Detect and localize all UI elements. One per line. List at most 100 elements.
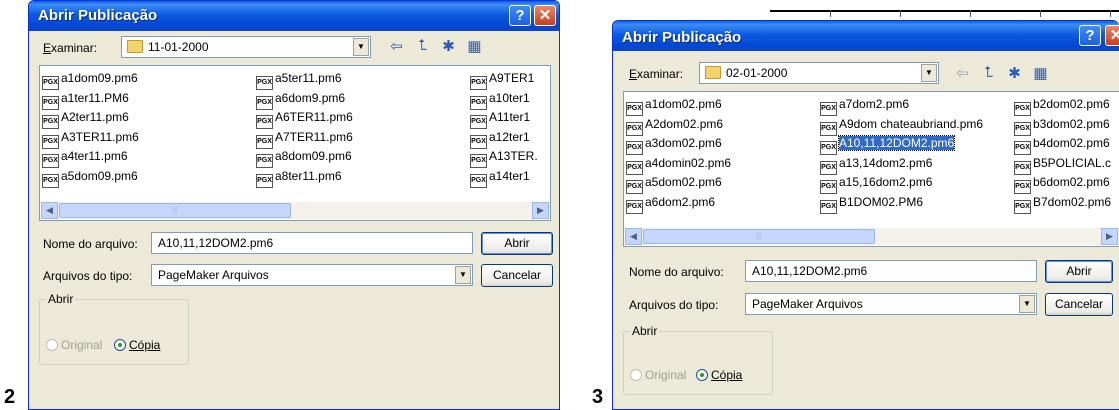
- pagemaker-file-icon: PGX: [1014, 121, 1031, 136]
- file-item[interactable]: PGX A10,11,12DOM2.pm6: [820, 134, 956, 155]
- cancel-button[interactable]: Cancelar: [1045, 293, 1113, 316]
- chevron-down-icon[interactable]: ▼: [921, 64, 937, 82]
- scroll-right-icon[interactable]: ▶: [1101, 228, 1118, 245]
- file-item[interactable]: PGX a5ter11.pm6: [256, 69, 342, 90]
- file-item[interactable]: PGX b2dom02.pm6: [1014, 95, 1110, 116]
- file-item[interactable]: PGX b6dom02.pm6: [1014, 173, 1110, 194]
- filename-input[interactable]: [745, 260, 1037, 282]
- help-icon[interactable]: ?: [509, 5, 531, 26]
- file-item[interactable]: PGX a1ter11.PM6: [42, 89, 129, 110]
- figure-label: 2: [4, 386, 16, 408]
- filename-input[interactable]: [151, 232, 473, 254]
- file-item[interactable]: PGX A11ter1: [470, 108, 530, 129]
- scroll-thumb[interactable]: |||: [643, 229, 875, 244]
- file-item[interactable]: PGX a7dom2.pm6: [820, 95, 909, 116]
- file-list[interactable]: PGX a14ter1 PGX A13TER. PGX a12ter1 PGX A11ter1…: [39, 65, 551, 221]
- file-item[interactable]: PGX A2dom02.pm6: [626, 115, 723, 136]
- pagemaker-file-icon: PGX: [820, 121, 837, 136]
- filename-field[interactable]: [152, 233, 472, 253]
- file-name: a5ter11.pm6: [275, 71, 342, 85]
- filetype-combo[interactable]: PageMaker Arquivos ▼: [151, 264, 473, 286]
- file-item[interactable]: PGX b3dom02.pm6: [1014, 115, 1110, 136]
- file-name: a1dom09.pm6: [61, 71, 138, 85]
- close-icon[interactable]: ✕: [534, 5, 556, 26]
- scroll-left-icon[interactable]: ◀: [41, 202, 58, 219]
- new-folder-icon[interactable]: ✱: [439, 37, 458, 55]
- group-label: Abrir: [630, 324, 660, 338]
- view-menu-icon[interactable]: ▦: [1031, 64, 1050, 82]
- file-item[interactable]: PGX a13,14dom2.pm6: [820, 154, 932, 175]
- file-item[interactable]: PGX B5POLICIAL.c: [1014, 154, 1111, 175]
- folder-combo[interactable]: 11-01-2000 ▼: [121, 36, 371, 58]
- file-item[interactable]: PGX a1dom02.pm6: [626, 95, 722, 116]
- file-item[interactable]: PGX a14ter1: [470, 167, 530, 188]
- chevron-down-icon[interactable]: ▼: [353, 38, 369, 56]
- title-bar[interactable]: Abrir Publicação ? ✕: [29, 1, 559, 31]
- filetype-label: Arquivos do tipo:: [43, 269, 133, 283]
- examinar-label: Examinar:: [43, 41, 98, 55]
- file-item[interactable]: PGX a8dom09.pm6: [256, 147, 352, 168]
- open-button[interactable]: Abrir: [481, 232, 553, 255]
- file-item[interactable]: PGX a8ter11.pm6: [256, 167, 342, 188]
- folder-combo[interactable]: 02-01-2000 ▼: [699, 62, 939, 84]
- file-item[interactable]: PGX a4ter11.pm6: [42, 147, 128, 168]
- radio-circle: [696, 369, 708, 381]
- pagemaker-file-icon: PGX: [256, 154, 273, 168]
- file-item[interactable]: PGX a5dom09.pm6: [42, 167, 138, 188]
- file-item[interactable]: PGX a3dom02.pm6: [626, 134, 722, 155]
- file-item[interactable]: PGX a10ter1: [470, 89, 530, 110]
- file-item[interactable]: PGX a12ter1: [470, 128, 530, 149]
- radio-original[interactable]: Original: [46, 338, 102, 352]
- file-item[interactable]: PGX b4dom02.pm6: [1014, 134, 1110, 155]
- filetype-combo[interactable]: PageMaker Arquivos ▼: [745, 293, 1037, 315]
- cancel-button[interactable]: Cancelar: [481, 264, 553, 287]
- file-name: a4domin02.pm6: [645, 155, 732, 170]
- horizontal-scrollbar[interactable]: ◀ ||| ▶: [41, 202, 549, 219]
- pagemaker-file-icon: PGX: [1014, 102, 1031, 116]
- view-menu-icon[interactable]: ▦: [465, 37, 484, 55]
- filename-field[interactable]: [746, 261, 1036, 281]
- title-bar[interactable]: Abrir Publicação ? ✕: [613, 21, 1119, 51]
- close-icon[interactable]: ✕: [1105, 25, 1119, 46]
- scroll-thumb[interactable]: |||: [59, 203, 291, 218]
- file-item[interactable]: PGX a6dom9.pm6: [256, 89, 346, 110]
- open-publication-dialog: Abrir Publicação ? ✕ Examinar: 02-01-200…: [612, 20, 1119, 410]
- file-item[interactable]: PGX a15,16dom2.pm6: [820, 173, 932, 194]
- file-item[interactable]: PGX a1dom09.pm6: [42, 69, 138, 90]
- horizontal-scrollbar[interactable]: ◀ ||| ▶: [625, 228, 1119, 245]
- file-name: b2dom02.pm6: [1033, 97, 1110, 111]
- file-item[interactable]: PGX a5dom02.pm6: [626, 173, 722, 194]
- file-name: a14ter1: [489, 168, 530, 183]
- file-item[interactable]: PGX a6dom2.pm6: [626, 193, 715, 214]
- radio-copy[interactable]: Cópia: [114, 338, 160, 352]
- file-name: a5dom02.pm6: [645, 175, 722, 189]
- new-folder-icon[interactable]: ✱: [1005, 64, 1024, 82]
- radio-copy[interactable]: Cópia: [696, 368, 742, 382]
- chevron-down-icon[interactable]: ▼: [1019, 295, 1035, 313]
- up-folder-icon[interactable]: ⮤: [979, 64, 998, 82]
- radio-circle: [114, 339, 126, 351]
- help-icon[interactable]: ?: [1079, 25, 1101, 46]
- file-item[interactable]: PGX A9TER1: [470, 69, 534, 90]
- file-name: a4ter11.pm6: [61, 149, 128, 163]
- radio-original[interactable]: Original: [630, 368, 686, 382]
- file-item[interactable]: PGX B7dom02.pm6: [1014, 193, 1111, 214]
- file-item[interactable]: PGX A9dom chateaubriand.pm6: [820, 115, 983, 136]
- file-item[interactable]: PGX A7TER11.pm6: [256, 128, 353, 149]
- file-name: a5dom09.pm6: [61, 168, 138, 183]
- file-list[interactable]: PGX B7dom02.pm6 PGX b6dom02.pm6 PGX B5POLICIA…: [623, 91, 1119, 247]
- file-item[interactable]: PGX A13TER.: [470, 147, 538, 168]
- back-arrow-icon[interactable]: ⇦: [953, 64, 972, 82]
- back-arrow-icon[interactable]: ⇦: [387, 37, 406, 55]
- up-folder-icon[interactable]: ⮤: [413, 37, 432, 55]
- file-item[interactable]: PGX B1DOM02.PM6: [820, 193, 923, 214]
- scroll-right-icon[interactable]: ▶: [532, 202, 549, 219]
- file-item[interactable]: PGX A2ter11.pm6: [42, 108, 129, 129]
- file-item[interactable]: PGX A3TER11.pm6: [42, 128, 139, 149]
- file-item[interactable]: PGX a4domin02.pm6: [626, 154, 732, 175]
- scroll-left-icon[interactable]: ◀: [625, 228, 642, 245]
- file-name: a6dom9.pm6: [275, 90, 346, 105]
- file-item[interactable]: PGX A6TER11.pm6: [256, 108, 353, 129]
- open-button[interactable]: Abrir: [1045, 260, 1113, 283]
- chevron-down-icon[interactable]: ▼: [455, 266, 471, 284]
